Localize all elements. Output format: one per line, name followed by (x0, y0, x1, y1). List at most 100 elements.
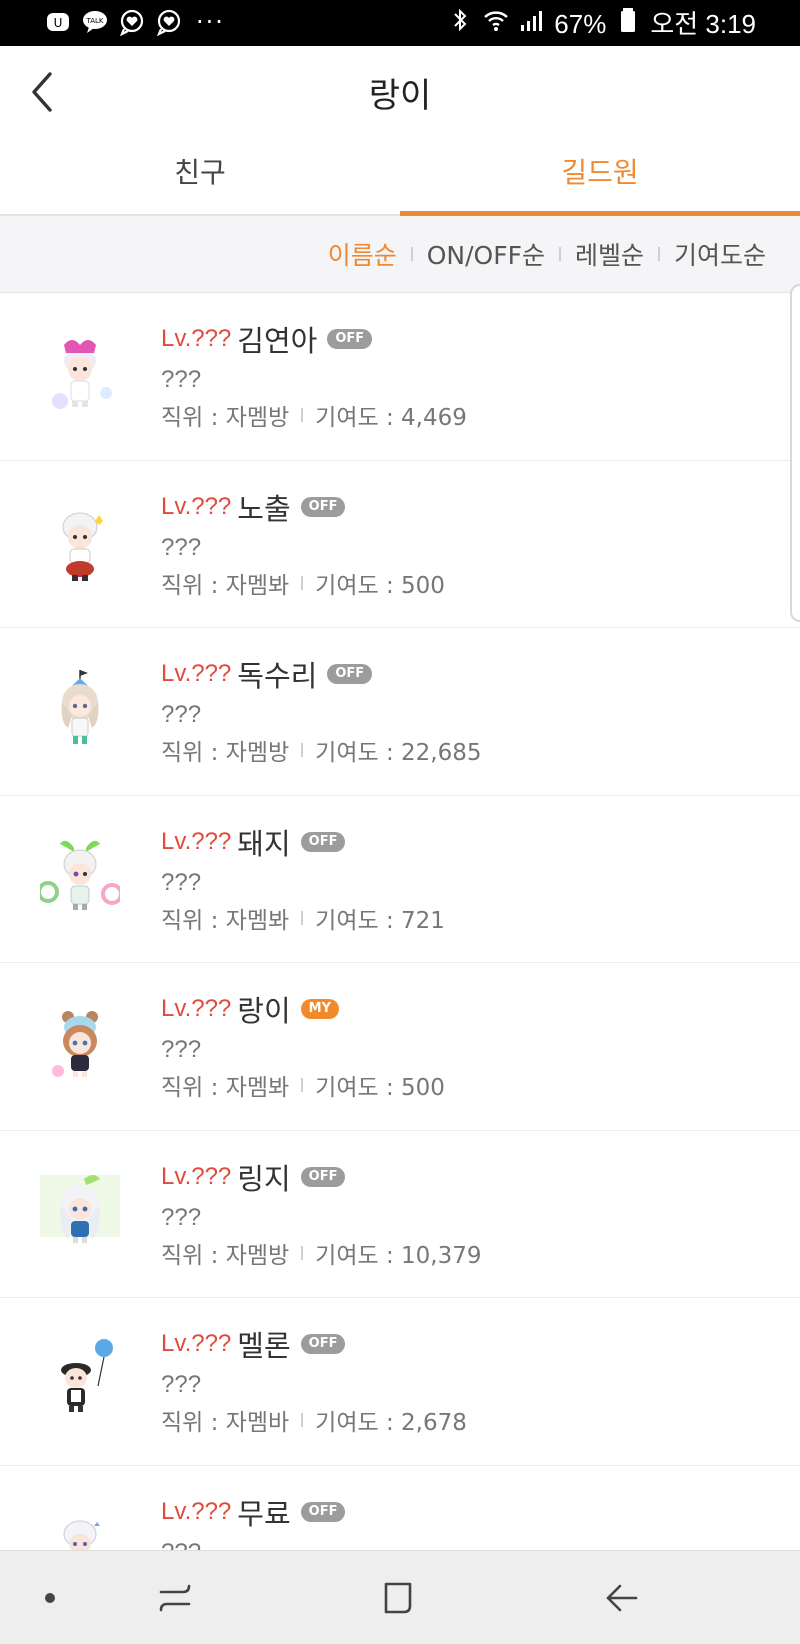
avatar (40, 666, 120, 756)
member-level: Lv.??? (161, 1162, 232, 1190)
divider (558, 247, 561, 261)
divider (301, 743, 304, 757)
page-title: 랑이 (368, 76, 432, 116)
sort-by-level[interactable]: 레벨순 (575, 236, 644, 272)
battery-icon (614, 6, 642, 42)
system-nav-bar (0, 1550, 800, 1644)
member-rank: 직위 : 자멤봐 (161, 572, 290, 599)
member-info: Lv.??? 링지 OFF ??? 직위 : 자멤방 기여도 : 10,379 (161, 1155, 780, 1271)
member-name: 김연아 (237, 324, 318, 358)
notification-icons: U TALK ··· (44, 8, 225, 36)
dot-icon (45, 1593, 55, 1603)
avatar (40, 1336, 120, 1426)
member-row[interactable]: Lv.??? 김연아 OFF ??? 직위 : 자멤방 기여도 : 4,469 (0, 293, 800, 461)
member-row[interactable]: Lv.??? 노출 OFF ??? 직위 : 자멤봐 기여도 : 500 (0, 461, 800, 628)
member-row[interactable]: Lv.??? 독수리 OFF ??? 직위 : 자멤방 기여도 : 22,685 (0, 628, 800, 796)
tab-guild-members[interactable]: 길드원 (400, 138, 800, 216)
bluetooth-icon (446, 6, 474, 42)
member-status: ??? (161, 1036, 202, 1063)
scroll-edge-handle[interactable] (790, 284, 800, 622)
wifi-icon (482, 6, 510, 42)
heart-chat-icon-2 (155, 8, 183, 36)
divider (301, 575, 304, 590)
member-contribution: 기여도 : 500 (315, 1075, 445, 1101)
member-row[interactable]: Lv.??? 링지 OFF ??? 직위 : 자멤방 기여도 : 10,379 (0, 1131, 800, 1298)
member-contribution: 기여도 : 721 (315, 907, 445, 934)
avatar (40, 1169, 120, 1259)
sort-by-online[interactable]: ON/OFF순 (427, 236, 545, 272)
member-name: 무료 (237, 1496, 291, 1531)
member-level: Lv.??? (161, 660, 232, 687)
avatar (40, 499, 120, 589)
member-info: Lv.??? 무료 OFF ??? (161, 1490, 780, 1551)
member-status: ??? (161, 1371, 202, 1398)
heart-chat-icon (118, 8, 146, 36)
overflow-indicator: ··· (196, 8, 225, 36)
avatar (40, 331, 120, 421)
status-badge: OFF (300, 1166, 346, 1187)
member-name: 독수리 (237, 659, 318, 693)
status-badge: OFF (300, 1334, 346, 1354)
member-row[interactable]: Lv.??? 랑이 MY ??? 직위 : 자멤봐 기여도 : 500 (0, 963, 800, 1131)
home-icon (384, 1582, 412, 1614)
member-contribution: 기여도 : 4,469 (315, 405, 467, 431)
app-header: 랑이 (0, 46, 800, 138)
divider (657, 247, 660, 261)
status-badge: OFF (327, 664, 373, 684)
member-status: ??? (161, 701, 202, 728)
member-status: ??? (161, 366, 202, 393)
recent-apps-button[interactable] (135, 1551, 215, 1644)
member-row[interactable]: Lv.??? 멜론 OFF ??? 직위 : 자멤바 기여도 : 2,678 (0, 1298, 800, 1466)
tab-bar: 친구 길드원 (0, 138, 800, 216)
status-badge: OFF (300, 496, 346, 517)
member-info: Lv.??? 독수리 OFF ??? 직위 : 자멤방 기여도 : 22,685 (161, 652, 780, 768)
clock: 오전 3:19 (650, 9, 756, 39)
divider (301, 1078, 304, 1092)
avatar (37, 834, 123, 924)
nav-dot-button[interactable] (10, 1551, 90, 1644)
member-name: 링지 (237, 1161, 291, 1196)
guild-member-list[interactable]: Lv.??? 김연아 OFF ??? 직위 : 자멤방 기여도 : 4,469 … (0, 293, 800, 1550)
member-info: Lv.??? 멜론 OFF ??? 직위 : 자멤바 기여도 : 2,678 (161, 1322, 780, 1438)
member-row[interactable]: Lv.??? 돼지 OFF ??? 직위 : 자멤봐 기여도 : 721 (0, 796, 800, 963)
member-info: Lv.??? 노출 OFF ??? 직위 : 자멤봐 기여도 : 500 (161, 485, 780, 601)
system-back-button[interactable] (582, 1551, 662, 1644)
status-badge: OFF (327, 329, 373, 349)
member-rank: 직위 : 자멤봐 (161, 1075, 290, 1101)
kakaotalk-icon: TALK (81, 8, 109, 36)
member-name: 멜론 (237, 1329, 291, 1363)
member-name: 노출 (237, 491, 291, 526)
avatar (40, 1001, 120, 1091)
member-status: ??? (161, 1536, 780, 1551)
member-info: Lv.??? 김연아 OFF ??? 직위 : 자멤방 기여도 : 4,469 (161, 317, 780, 433)
member-rank: 직위 : 자멤바 (161, 1410, 290, 1436)
member-level: Lv.??? (161, 1330, 232, 1357)
member-row[interactable]: Lv.??? 무료 OFF ??? (0, 1466, 800, 1551)
member-status: ??? (161, 533, 202, 561)
my-badge: MY (300, 999, 340, 1019)
status-badge: OFF (300, 831, 346, 852)
member-contribution: 기여도 : 22,685 (315, 740, 482, 766)
status-bar: U TALK ··· 67% 오전 3:19 (0, 0, 800, 46)
divider (301, 910, 304, 925)
member-rank: 직위 : 자멤방 (161, 740, 290, 766)
member-status: ??? (161, 868, 202, 896)
member-level: Lv.??? (161, 827, 232, 855)
sort-by-contribution[interactable]: 기여도순 (674, 236, 766, 272)
member-level: Lv.??? (161, 492, 232, 520)
member-rank: 직위 : 자멤방 (161, 1242, 290, 1269)
member-contribution: 기여도 : 10,379 (315, 1242, 482, 1269)
svg-text:TALK: TALK (85, 17, 103, 25)
sort-by-name[interactable]: 이름순 (328, 236, 397, 272)
status-badge: OFF (300, 1501, 346, 1522)
uplus-icon: U (44, 8, 72, 36)
member-info: Lv.??? 돼지 OFF ??? 직위 : 자멤봐 기여도 : 721 (161, 820, 780, 936)
tab-friends[interactable]: 친구 (0, 138, 400, 214)
member-info: Lv.??? 랑이 MY ??? 직위 : 자멤봐 기여도 : 500 (161, 987, 780, 1103)
back-arrow-icon (606, 1584, 638, 1612)
battery-percent: 67% (554, 9, 607, 39)
member-contribution: 기여도 : 500 (315, 572, 445, 599)
home-button[interactable] (358, 1551, 438, 1644)
member-contribution: 기여도 : 2,678 (315, 1410, 467, 1436)
svg-text:U: U (54, 16, 63, 30)
